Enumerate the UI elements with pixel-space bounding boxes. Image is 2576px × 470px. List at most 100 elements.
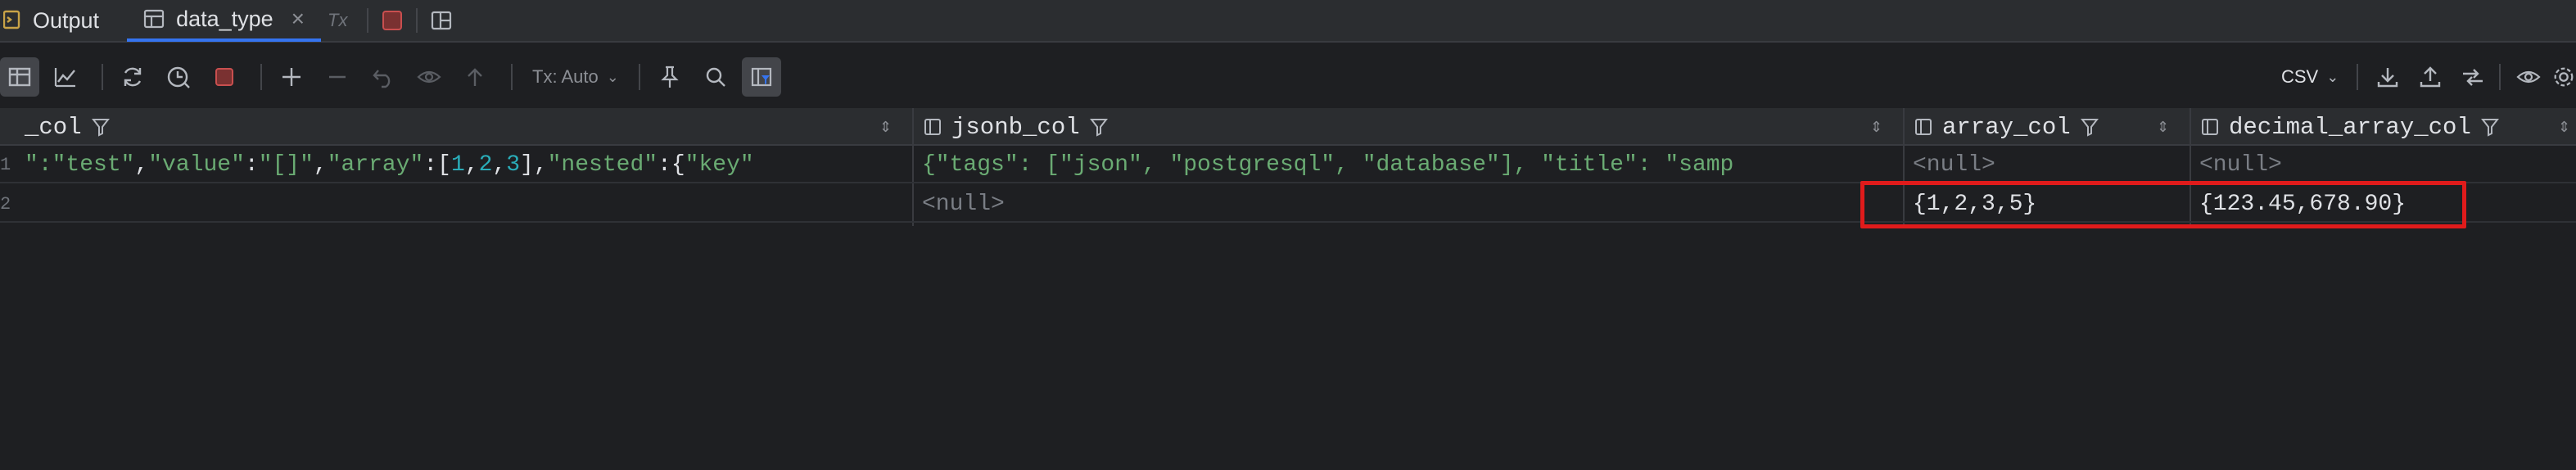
json-token: "value" — [148, 151, 245, 178]
json-token: "test" — [52, 151, 135, 178]
table-cell-json-col[interactable] — [25, 185, 909, 223]
eye-icon — [2516, 70, 2541, 84]
tab-divider — [416, 8, 418, 33]
table-icon — [143, 8, 165, 29]
toolbar-divider — [2357, 64, 2358, 90]
json-token: "key" — [685, 151, 754, 178]
undo-icon — [373, 70, 391, 88]
column-header-jsonb-col[interactable]: jsonb_col — [924, 108, 1108, 146]
table-view-icon — [8, 67, 31, 87]
search-button[interactable] — [696, 57, 735, 97]
column-type-icon — [2201, 118, 2219, 136]
refresh-icon — [124, 67, 142, 87]
column-type-icon — [924, 118, 942, 136]
toolbar-divider — [260, 64, 262, 90]
export-button[interactable] — [2368, 57, 2407, 97]
export-format-dropdown[interactable]: CSV ⌄ — [2281, 51, 2339, 103]
toolbar-divider — [511, 64, 513, 90]
chart-view-button[interactable] — [46, 57, 85, 97]
row-number: 1 — [0, 154, 11, 175]
table-cell-jsonb-col[interactable]: {"tags": ["json", "postgresql", "databas… — [922, 146, 1900, 183]
settings-button[interactable] — [2551, 57, 2576, 97]
table-cell-json-col[interactable]: ": "test", "value": "[]", "array":[1, 2, 3], "n… — [25, 146, 909, 183]
json-token: ], — [520, 151, 548, 178]
tab-divider — [367, 8, 369, 33]
submit-button[interactable] — [455, 57, 495, 97]
json-token: 2 — [478, 151, 493, 178]
json-token: , — [492, 151, 507, 178]
tab-output-label: Output — [33, 7, 100, 33]
column-header-json-col[interactable]: _col — [25, 108, 110, 146]
json-token: , — [134, 151, 149, 178]
stop-icon[interactable] — [382, 10, 403, 31]
stop-icon — [215, 68, 233, 86]
export-format-label: CSV — [2281, 66, 2319, 87]
json-token: ": — [25, 151, 52, 178]
pin-icon — [661, 66, 679, 88]
json-token: , — [313, 151, 328, 178]
compare-arrows-icon — [2463, 69, 2483, 86]
column-name: decimal_array_col — [2229, 113, 2471, 141]
sort-icon[interactable]: ⇕ — [1870, 108, 1882, 146]
filter-icon[interactable] — [2480, 117, 2499, 137]
column-header-array-col[interactable]: array_col — [1914, 108, 2099, 146]
close-icon[interactable]: × — [291, 6, 305, 32]
toolbar-divider — [2499, 64, 2501, 90]
tx-mode-label: Tx: Auto — [532, 66, 599, 87]
json-token: 3 — [506, 151, 521, 178]
tx-mode-dropdown[interactable]: Tx: Auto ⌄ — [532, 66, 619, 88]
upload-icon — [2420, 66, 2441, 88]
filter-panel-button[interactable] — [741, 57, 781, 97]
download-icon — [2377, 68, 2398, 88]
row-number: 2 — [0, 193, 11, 215]
toolbar-divider — [638, 64, 640, 90]
toolbar-divider — [102, 64, 103, 90]
json-token: :{ — [658, 151, 685, 178]
revert-button[interactable] — [364, 57, 403, 97]
compare-button[interactable] — [2453, 57, 2492, 97]
table-cell-jsonb-col[interactable]: <null> — [922, 185, 1900, 223]
tx-indicator[interactable]: Tx — [328, 10, 347, 31]
json-token: , — [464, 151, 479, 178]
clock-icon — [167, 66, 190, 88]
view-options-button[interactable] — [2509, 57, 2548, 97]
tab-output[interactable]: Output — [0, 0, 115, 42]
history-button[interactable] — [159, 57, 198, 97]
column-header-decimal-array-col[interactable]: decimal_array_col — [2201, 108, 2499, 146]
cancel-query-button[interactable] — [205, 57, 244, 97]
filter-icon[interactable] — [2080, 117, 2099, 137]
column-name: array_col — [1942, 113, 2071, 141]
table-cell-array-col[interactable]: <null> — [1913, 146, 2186, 183]
refresh-button[interactable] — [113, 57, 152, 97]
filter-icon[interactable] — [1089, 117, 1108, 137]
json-token: :[ — [423, 151, 451, 178]
editor-tab-bar: Output data_type × Tx — [0, 0, 2576, 43]
add-row-button[interactable] — [272, 57, 311, 97]
chevron-down-icon: ⌄ — [2326, 68, 2339, 85]
sort-icon[interactable]: ⇕ — [879, 108, 892, 146]
eye-changes-icon — [417, 70, 441, 84]
sort-icon[interactable]: ⇕ — [2558, 108, 2570, 146]
tab-data-type[interactable]: data_type × — [127, 0, 322, 42]
output-console-icon — [3, 10, 21, 31]
table-cell-decimal-array-col[interactable]: <null> — [2199, 146, 2568, 183]
json-token: 1 — [450, 151, 465, 178]
layout-icon[interactable] — [431, 10, 452, 31]
import-button[interactable] — [2411, 57, 2450, 97]
sort-icon[interactable]: ⇕ — [2157, 108, 2169, 146]
plus-icon — [282, 68, 301, 86]
preview-changes-button[interactable] — [409, 57, 449, 97]
delete-row-button[interactable] — [318, 57, 357, 97]
column-name: jsonb_col — [951, 113, 1080, 141]
json-token: "array" — [327, 151, 424, 178]
filter-icon[interactable] — [91, 117, 110, 137]
pin-tab-button[interactable] — [650, 57, 689, 97]
json-token: "[]" — [258, 151, 314, 178]
json-token: : — [244, 151, 259, 178]
table-view-button[interactable] — [0, 57, 39, 97]
column-name: _col — [25, 113, 82, 141]
search-icon — [706, 67, 725, 87]
minus-icon — [329, 75, 346, 79]
highlight-box — [1860, 181, 2466, 228]
table-row[interactable]: 1 ": "test", "value": "[]", "array":[1, 2, 3],… — [0, 146, 2576, 183]
